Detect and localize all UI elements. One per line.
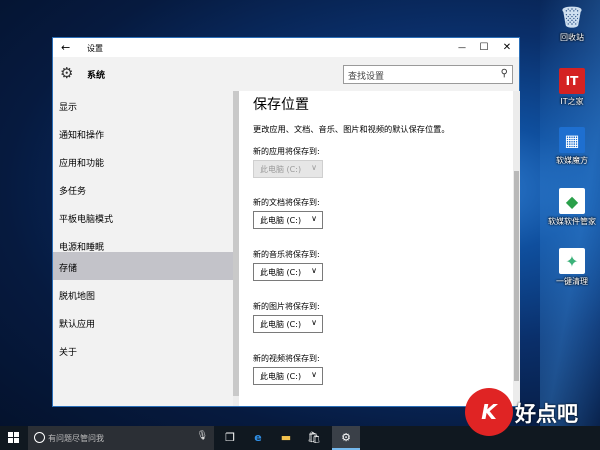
page-description: 更改应用、文档、音乐、图片和视频的默认保存位置。 bbox=[253, 124, 450, 134]
content-scrollbar[interactable] bbox=[514, 171, 519, 381]
apps-location-dropdown: 此电脑 (C:) ∨ bbox=[253, 160, 323, 178]
desktop-icon-software-manager[interactable]: ◆ 软媒软件管家 bbox=[542, 188, 600, 227]
microphone-icon[interactable]: 🎙 bbox=[197, 431, 208, 441]
desktop-icon-label: 软媒魔方 bbox=[556, 156, 588, 165]
sidebar-item-label: 平板电脑模式 bbox=[59, 215, 114, 225]
back-arrow-icon[interactable]: ← bbox=[61, 41, 70, 54]
chevron-down-icon: ∨ bbox=[311, 370, 317, 379]
title-bar: ← 设置 — ☐ ✕ bbox=[53, 38, 519, 57]
recycle-bin-icon: 🗑 bbox=[559, 5, 585, 29]
search-icon: ⚲ bbox=[500, 68, 508, 79]
sidebar-item-label: 脱机地图 bbox=[59, 292, 96, 302]
sidebar-item-default-apps[interactable]: 默认应用 bbox=[53, 308, 233, 336]
section-title: 系统 bbox=[87, 71, 106, 81]
sidebar-item-label: 显示 bbox=[59, 103, 78, 113]
desktop-icon-ithome[interactable]: IT IT之家 bbox=[548, 68, 596, 107]
sidebar-item-tablet-mode[interactable]: 平板电脑模式 bbox=[53, 203, 233, 231]
ithome-icon: IT bbox=[559, 68, 585, 94]
dropdown-value: 此电脑 (C:) bbox=[260, 165, 302, 174]
dropdown-value: 此电脑 (C:) bbox=[260, 268, 302, 277]
desktop-icon-one-click-clean[interactable]: ✦ 一键清理 bbox=[548, 248, 596, 287]
task-view-icon[interactable]: ❐ bbox=[216, 426, 244, 450]
gear-icon: ⚙ bbox=[60, 64, 74, 82]
close-button[interactable]: ✕ bbox=[496, 40, 518, 56]
sidebar-item-about[interactable]: 关于 bbox=[53, 336, 233, 364]
cortana-icon bbox=[34, 432, 45, 443]
setting-label: 新的图片将保存到: bbox=[253, 302, 320, 311]
settings-window: ← 设置 — ☐ ✕ ⚙ 系统 查找设置 ⚲ 显示 通知和操作 应用和功能 多任… bbox=[52, 37, 520, 407]
windows-start-icon[interactable] bbox=[8, 432, 20, 444]
dropdown-value: 此电脑 (C:) bbox=[260, 320, 302, 329]
chevron-down-icon: ∨ bbox=[311, 163, 317, 172]
setting-label: 新的视频将保存到: bbox=[253, 354, 320, 363]
sidebar: 显示 通知和操作 应用和功能 多任务 平板电脑模式 电源和睡眠 存储 脱机地图 … bbox=[53, 91, 233, 406]
mofang-icon: ▦ bbox=[559, 127, 585, 153]
documents-location-dropdown[interactable]: 此电脑 (C:) ∨ bbox=[253, 211, 323, 229]
watermark-logo-icon: K bbox=[465, 388, 513, 436]
watermark-text: 好点吧 bbox=[515, 402, 578, 426]
cortana-placeholder: 有问题尽管问我 bbox=[48, 434, 104, 443]
sidebar-item-label: 通知和操作 bbox=[59, 131, 105, 141]
setting-label: 新的文档将保存到: bbox=[253, 198, 320, 207]
sidebar-item-storage[interactable]: 存储 bbox=[53, 252, 233, 280]
chevron-down-icon: ∨ bbox=[311, 318, 317, 327]
search-input[interactable]: 查找设置 ⚲ bbox=[343, 65, 513, 84]
setting-label: 新的音乐将保存到: bbox=[253, 250, 320, 259]
desktop-icon-label: 回收站 bbox=[560, 33, 584, 42]
chevron-down-icon: ∨ bbox=[311, 266, 317, 275]
store-icon[interactable]: 🛍 bbox=[300, 426, 328, 450]
desktop-icon-label: 软媒软件管家 bbox=[548, 217, 596, 226]
search-placeholder: 查找设置 bbox=[348, 72, 385, 82]
sidebar-item-offline-maps[interactable]: 脱机地图 bbox=[53, 280, 233, 308]
sidebar-item-apps-features[interactable]: 应用和功能 bbox=[53, 147, 233, 175]
desktop-icon-label: IT之家 bbox=[560, 97, 584, 106]
desktop-icon-recycle-bin[interactable]: 🗑 回收站 bbox=[548, 4, 596, 43]
videos-location-dropdown[interactable]: 此电脑 (C:) ∨ bbox=[253, 367, 323, 385]
desktop-icon-ruanmei-mofang[interactable]: ▦ 软媒魔方 bbox=[548, 127, 596, 166]
watermark: K 好点吧 bbox=[465, 388, 595, 438]
sidebar-item-notifications[interactable]: 通知和操作 bbox=[53, 119, 233, 147]
file-explorer-icon[interactable]: ▬ bbox=[272, 426, 300, 450]
cortana-search-box[interactable]: 有问题尽管问我 🎙 bbox=[28, 426, 214, 450]
window-title: 设置 bbox=[87, 44, 103, 53]
sidebar-item-label: 应用和功能 bbox=[59, 159, 105, 169]
sidebar-item-label: 默认应用 bbox=[59, 320, 96, 330]
sidebar-item-label: 存储 bbox=[59, 264, 78, 274]
clean-icon: ✦ bbox=[559, 248, 585, 274]
software-manager-icon: ◆ bbox=[559, 188, 585, 214]
sidebar-item-label: 多任务 bbox=[59, 187, 87, 197]
sidebar-item-multitasking[interactable]: 多任务 bbox=[53, 175, 233, 203]
settings-taskbar-icon[interactable]: ⚙ bbox=[332, 426, 360, 450]
sidebar-item-display[interactable]: 显示 bbox=[53, 91, 233, 119]
edge-icon[interactable]: e bbox=[244, 426, 272, 450]
music-location-dropdown[interactable]: 此电脑 (C:) ∨ bbox=[253, 263, 323, 281]
page-title: 保存位置 bbox=[253, 97, 309, 113]
sidebar-item-label: 关于 bbox=[59, 348, 78, 358]
dropdown-value: 此电脑 (C:) bbox=[260, 372, 302, 381]
storage-save-locations: 保存位置 更改应用、文档、音乐、图片和视频的默认保存位置。 新的应用将保存到: … bbox=[239, 91, 513, 406]
settings-header: ⚙ 系统 查找设置 ⚲ bbox=[53, 57, 519, 91]
chevron-down-icon: ∨ bbox=[311, 214, 317, 223]
minimize-button[interactable]: — bbox=[451, 40, 473, 56]
maximize-button[interactable]: ☐ bbox=[473, 40, 495, 56]
pictures-location-dropdown[interactable]: 此电脑 (C:) ∨ bbox=[253, 315, 323, 333]
desktop-icon-label: 一键清理 bbox=[556, 277, 588, 286]
setting-label: 新的应用将保存到: bbox=[253, 147, 320, 156]
dropdown-value: 此电脑 (C:) bbox=[260, 216, 302, 225]
